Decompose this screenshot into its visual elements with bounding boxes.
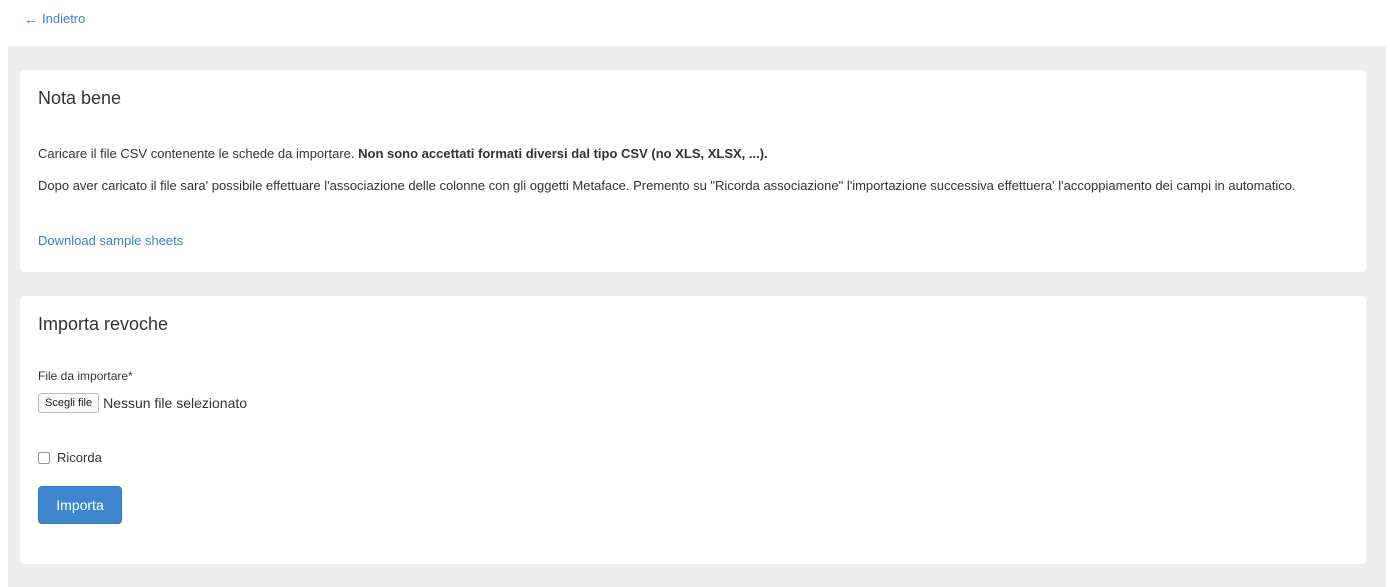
back-link[interactable]: ← Indietro: [24, 11, 85, 26]
file-label: File da importare*: [38, 369, 133, 383]
nota-bene-title: Nota bene: [38, 88, 122, 108]
choose-file-button[interactable]: Scegli file: [38, 393, 100, 413]
file-status: Nessun file selezionato: [103, 395, 248, 411]
remember-label: Ricorda: [57, 450, 102, 465]
nota-paragraph-1-bold: Non sono accettati formati diversi dal t…: [358, 146, 768, 161]
import-title: Importa revoche: [38, 314, 169, 334]
nota-paragraph-2: Dopo aver caricato il file sara' possibi…: [38, 178, 1296, 193]
nota-paragraph-1: Caricare il file CSV contenente le sched…: [38, 144, 1338, 164]
remember-option[interactable]: Ricorda: [38, 450, 102, 465]
file-input[interactable]: Scegli file Nessun file selezionato: [38, 393, 247, 413]
back-link-label: Indietro: [42, 11, 86, 26]
nota-bene-panel: Nota bene Caricare il file CSV contenent…: [20, 70, 1366, 272]
arrow-left-icon: ←: [24, 10, 38, 27]
import-panel: Importa revoche File da importare* Scegl…: [20, 296, 1366, 564]
nota-paragraph-1-text: Caricare il file CSV contenente le sched…: [38, 146, 359, 161]
remember-checkbox[interactable]: [38, 451, 50, 464]
content-area: Nota bene Caricare il file CSV contenent…: [8, 46, 1386, 587]
download-sample-link[interactable]: Download sample sheets: [38, 233, 183, 248]
import-button[interactable]: Importa: [38, 486, 122, 524]
